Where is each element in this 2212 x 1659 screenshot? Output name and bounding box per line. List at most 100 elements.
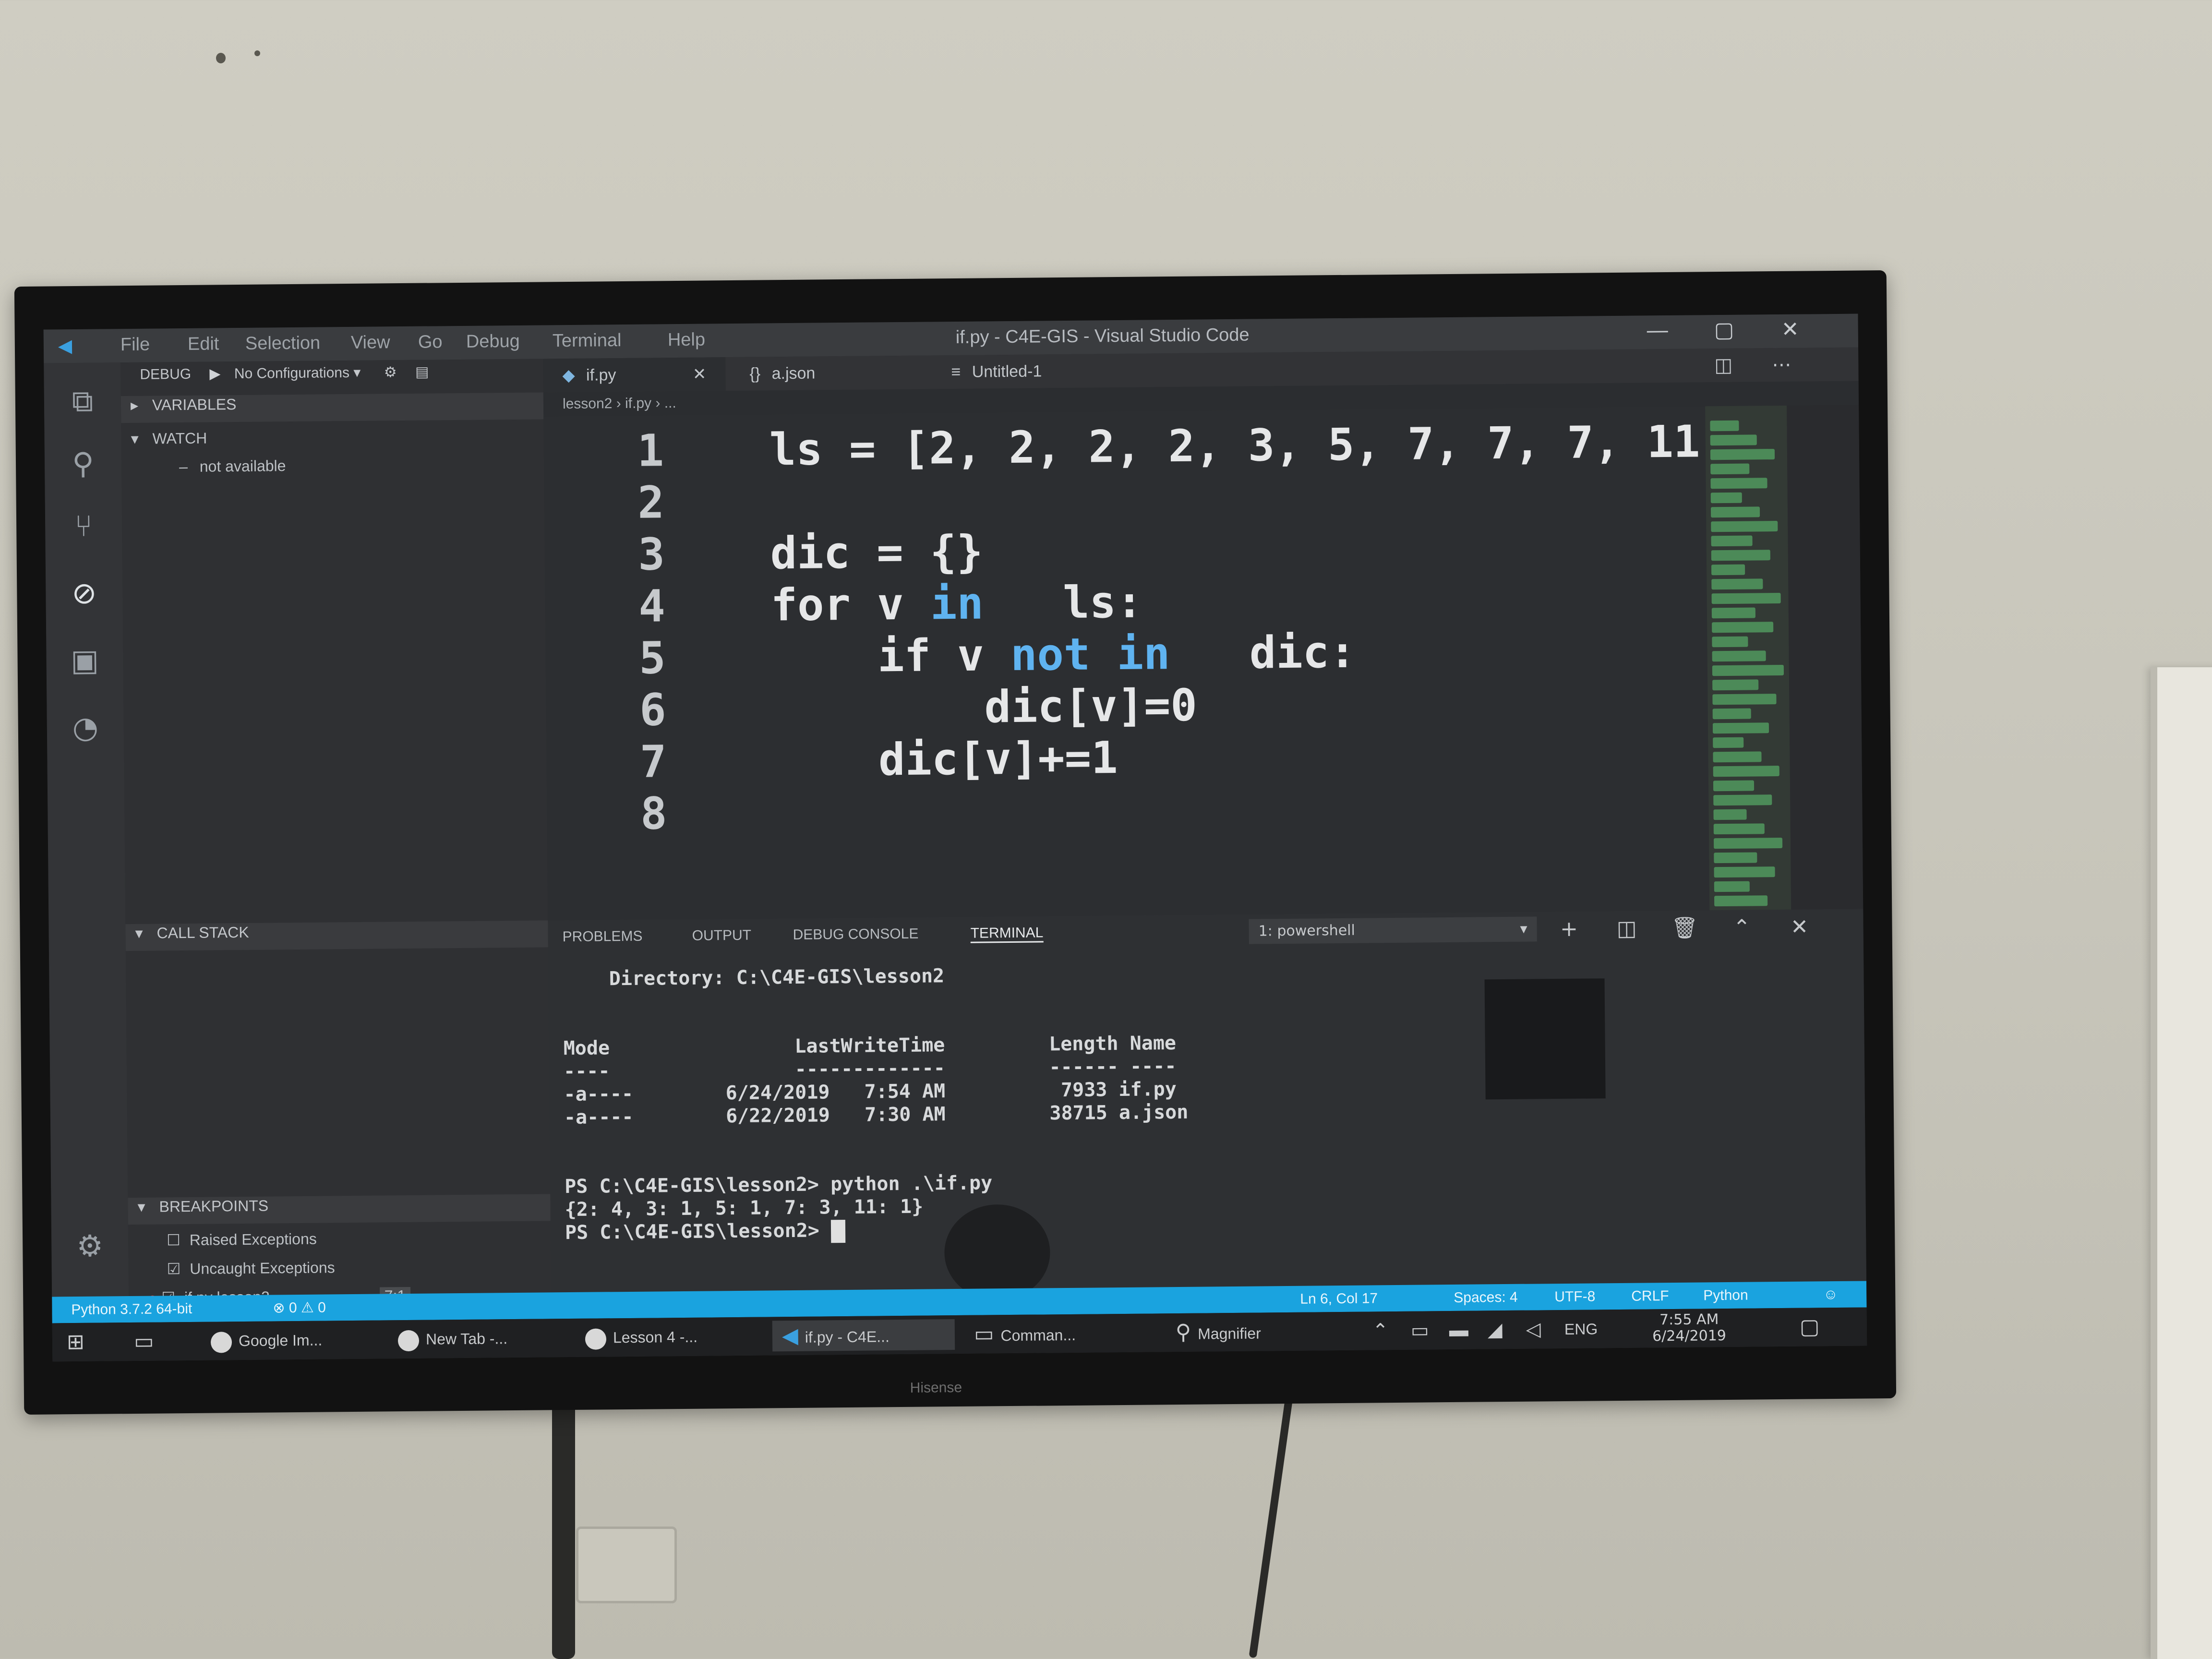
- taskbar-app[interactable]: Lesson 4 -...: [585, 1321, 758, 1353]
- language-mode[interactable]: Python: [1703, 1282, 1748, 1309]
- menu-debug[interactable]: Debug: [466, 331, 520, 352]
- terminal-text: PS C:\C4E-GIS\lesson2> python .\if.py: [565, 1172, 993, 1198]
- tray-battery-icon[interactable]: ▬: [1449, 1315, 1469, 1346]
- breakpoint-raised-exceptions[interactable]: ☐ Raised Exceptions: [167, 1230, 317, 1250]
- notifications-icon[interactable]: ▢: [1800, 1311, 1820, 1342]
- taskbar-app[interactable]: New Tab -...: [397, 1322, 571, 1355]
- more-actions-icon[interactable]: ⋯: [1772, 348, 1801, 382]
- tray-volume-icon[interactable]: ◁: [1526, 1314, 1541, 1345]
- split-terminal-icon[interactable]: ◫: [1613, 916, 1639, 942]
- checkbox-unchecked-icon[interactable]: ☐: [167, 1231, 180, 1249]
- tray-chevron-icon[interactable]: ⌃: [1372, 1315, 1389, 1346]
- tv-cable: [552, 1392, 575, 1659]
- debug-console-icon[interactable]: ▤: [415, 364, 429, 380]
- tab-problems[interactable]: PROBLEMS: [563, 928, 643, 945]
- taskbar-app[interactable]: ◀ if.py - C4E...: [772, 1319, 955, 1352]
- chevron-right-icon: ▸: [130, 396, 139, 414]
- tab-output[interactable]: OUTPUT: [692, 927, 752, 944]
- wall-outlet: [576, 1527, 677, 1603]
- problems-count[interactable]: ⊗ 0 ⚠ 0: [273, 1294, 326, 1321]
- tab-debug-console[interactable]: DEBUG CONSOLE: [793, 926, 919, 943]
- menu-selection[interactable]: Selection: [245, 333, 321, 354]
- terminal-text: Mode LastWriteTime Length Name: [563, 1032, 1177, 1060]
- tab-terminal[interactable]: TERMINAL: [970, 925, 1044, 943]
- code-line[interactable]: 4 for v in ls:: [545, 577, 1143, 634]
- minimap-line: [1713, 809, 1747, 820]
- minimap-line: [1713, 751, 1762, 763]
- menu-go[interactable]: Go: [418, 332, 443, 352]
- tab-untitled-1[interactable]: ≡ Untitled-1: [937, 354, 1119, 389]
- clock-time: 7:55 AM: [1659, 1311, 1719, 1329]
- minimap-line: [1714, 866, 1775, 878]
- start-icon[interactable]: ⊞: [67, 1327, 96, 1358]
- code-token: ls:: [1036, 576, 1143, 629]
- code-line[interactable]: 6 dic[v]=0: [546, 680, 1197, 737]
- tab-a-json[interactable]: {} a.json: [735, 356, 908, 391]
- menu-help[interactable]: Help: [668, 330, 706, 351]
- code-token: ls = [2, 2, 2, 2, 3, 5, 7, 7, 7, 11]: [769, 415, 1727, 476]
- code-line[interactable]: 1 ls = [2, 2, 2, 2, 3, 5, 7, 7, 7, 11]: [543, 416, 1727, 478]
- checkbox-checked-icon[interactable]: ☑: [167, 1260, 181, 1277]
- variables-header[interactable]: ▸ VARIABLES: [120, 392, 544, 423]
- source-control-icon[interactable]: ⑂: [64, 506, 103, 545]
- watch-item[interactable]: – not available: [179, 457, 286, 476]
- encoding[interactable]: UTF-8: [1554, 1283, 1595, 1310]
- explorer-icon[interactable]: ⧉: [63, 382, 102, 421]
- new-terminal-icon[interactable]: +: [1556, 916, 1582, 942]
- maximize-panel-icon[interactable]: ⌃: [1729, 914, 1755, 940]
- minimize-icon[interactable]: —: [1647, 318, 1668, 342]
- editor-scrollbar[interactable]: [1787, 405, 1863, 910]
- chevron-down-icon: ▾: [353, 364, 361, 381]
- feedback-icon[interactable]: ☺: [1823, 1281, 1838, 1308]
- settings-gear-icon[interactable]: ⚙: [71, 1226, 109, 1265]
- start-debugging-icon[interactable]: ▶: [209, 366, 220, 382]
- search-icon[interactable]: ⚲: [64, 444, 103, 483]
- close-panel-icon[interactable]: ✕: [1786, 914, 1812, 940]
- python-interpreter[interactable]: Python 3.7.2 64-bit: [71, 1296, 192, 1323]
- tray-language[interactable]: ENG: [1564, 1313, 1598, 1345]
- remote-icon[interactable]: ◔: [66, 708, 105, 747]
- tray-wifi-icon[interactable]: ◢: [1488, 1314, 1503, 1345]
- cursor-position[interactable]: Ln 6, Col 17: [1300, 1285, 1378, 1312]
- menu-view[interactable]: View: [351, 332, 390, 353]
- debug-settings-icon[interactable]: ⚙: [384, 364, 397, 380]
- menu-edit[interactable]: Edit: [188, 334, 219, 355]
- code-line[interactable]: 8: [547, 787, 773, 841]
- minimap-line: [1713, 766, 1779, 777]
- minimap-line: [1712, 650, 1766, 662]
- split-editor-icon[interactable]: ◫: [1714, 349, 1743, 383]
- terminal-select[interactable]: 1: powershell ▾: [1249, 916, 1537, 944]
- taskbar-app[interactable]: ⚲ Magnifier: [1176, 1316, 1349, 1348]
- code-line[interactable]: 5 if v not in dic:: [545, 626, 1356, 685]
- code-line[interactable]: 2: [544, 476, 770, 529]
- line-number: 5: [638, 632, 666, 684]
- call-stack-header[interactable]: ▾ CALL STACK: [125, 920, 548, 951]
- taskbar-app[interactable]: ▭ Comman...: [974, 1317, 1157, 1349]
- tray-clock[interactable]: 7:55 AM 6/24/2019: [1636, 1311, 1743, 1345]
- debug-config-select[interactable]: No Configurations: [234, 365, 349, 382]
- code-line[interactable]: 3 dic = {}: [544, 526, 983, 581]
- minimap-line: [1710, 478, 1767, 489]
- taskbar-app[interactable]: Google Im...: [210, 1324, 384, 1356]
- code-line[interactable]: 7 dic[v]+=1: [546, 732, 1118, 789]
- task-view-icon[interactable]: ▭: [134, 1326, 163, 1357]
- menu-file[interactable]: File: [120, 335, 150, 356]
- close-icon[interactable]: ✕: [1781, 317, 1799, 342]
- debug-icon[interactable]: ⊘: [65, 574, 104, 613]
- watch-header[interactable]: ▾ WATCH: [131, 429, 207, 448]
- close-tab-icon[interactable]: ✕: [693, 365, 707, 383]
- tab-if-py[interactable]: ◆ if.py ✕: [543, 357, 726, 393]
- maximize-icon[interactable]: ▢: [1714, 318, 1734, 342]
- minimap[interactable]: [1705, 405, 1791, 911]
- code-editor[interactable]: 1 ls = [2, 2, 2, 2, 3, 5, 7, 7, 7, 11] 2 3 d…: [543, 406, 1727, 921]
- indentation[interactable]: Spaces: 4: [1454, 1284, 1518, 1311]
- breakpoints-header[interactable]: ▾ BREAKPOINTS: [128, 1194, 551, 1225]
- tray-network-icon[interactable]: ▭: [1411, 1315, 1429, 1346]
- line-ending[interactable]: CRLF: [1631, 1283, 1669, 1310]
- extensions-icon[interactable]: ▣: [65, 641, 104, 680]
- menu-terminal[interactable]: Terminal: [553, 330, 622, 351]
- kill-terminal-icon[interactable]: 🗑: [1671, 915, 1698, 941]
- breakpoint-uncaught-exceptions[interactable]: ☑ Uncaught Exceptions: [167, 1258, 335, 1278]
- minimap-line: [1713, 780, 1755, 792]
